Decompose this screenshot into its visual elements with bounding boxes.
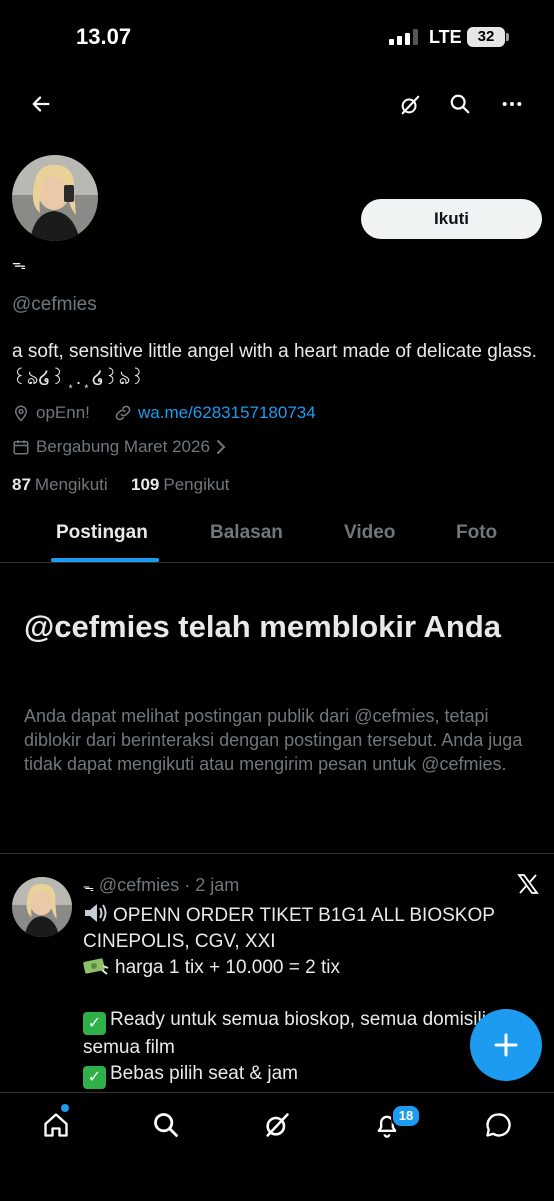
battery-icon: 32 [467,27,505,47]
post-author-glyph: ᯓ [83,882,94,894]
followers-number: 109 [131,475,160,494]
back-arrow-icon[interactable] [23,86,59,122]
post-avatar[interactable] [12,877,72,937]
post-time: 2 jam [195,875,240,895]
post-line-2: harga 1 tix + 10.000 = 2 tix [115,957,340,978]
messages-icon[interactable] [480,1107,516,1143]
plus-icon [494,1033,518,1057]
profile-bio: a soft, sensitive little angel with a he… [12,341,537,389]
display-name: ᯓ [12,256,26,272]
post-header: ᯓ @cefmies · 2 jam [83,875,240,895]
status-time: 13.07 [76,24,132,49]
joined-row[interactable]: Bergabung Maret 2026 [12,437,226,457]
blocked-title: @cefmies telah memblokir Anda [24,609,502,644]
x-logo-icon [516,872,540,896]
blocked-divider [0,853,554,854]
location-text: opEnn! [36,403,90,422]
profile-avatar[interactable] [12,155,98,241]
post-text: OPENN ORDER TIKET B1G1 ALL BIOSKOP CINEP… [83,902,513,1089]
follow-button[interactable]: Ikuti [361,199,542,239]
grok-tab-icon[interactable] [259,1107,295,1143]
tab-video[interactable]: Video [344,522,395,544]
blocked-body: Anda dapat melihat postingan publik dari… [24,706,523,774]
post-line-1: OPENN ORDER TIKET B1G1 ALL BIOSKOP CINEP… [83,905,495,952]
network-type: LTE [429,27,462,47]
location-pin-icon [12,403,30,423]
website-row[interactable]: wa.me/6283157180734 [113,403,316,423]
post-line-4: Bebas pilih seat & jam [110,1063,298,1084]
following-number: 87 [12,475,31,494]
followers-label: Pengikut [163,475,230,494]
followers-count[interactable]: 109 Pengikut [131,475,230,495]
joined-text: Bergabung Maret 2026 [36,437,210,456]
link-icon [113,403,133,423]
search-icon[interactable] [442,86,478,122]
explore-search-icon[interactable] [148,1107,184,1143]
tab-foto[interactable]: Foto [456,522,497,544]
compose-button[interactable] [470,1009,542,1081]
tab-postingan[interactable]: Postingan [56,522,148,544]
notifications-badge: 18 [391,1104,421,1128]
battery-tip [506,33,509,41]
home-icon[interactable] [38,1107,74,1143]
tabs-divider [0,562,554,563]
grok-icon[interactable] [392,87,428,123]
post-author[interactable]: @cefmies [99,875,179,895]
chevron-right-icon [216,439,226,455]
tab-balasan[interactable]: Balasan [210,522,283,544]
speaker-icon [83,902,107,924]
website-link[interactable]: wa.me/6283157180734 [138,403,316,423]
checkmark-icon: ✓ [83,1012,106,1035]
signal-icon [389,29,421,45]
checkmark-icon: ✓ [83,1066,106,1089]
money-icon [83,956,109,976]
following-label: Mengikuti [34,475,108,494]
location-row: opEnn! [12,403,90,423]
calendar-icon [12,438,30,456]
following-count[interactable]: 87 Mengikuti [12,475,108,495]
profile-handle: @cefmies [12,294,97,315]
home-unread-dot [61,1104,69,1112]
more-icon[interactable] [494,86,530,122]
post-line-3: Ready untuk semua bioskop, semua domisil… [83,1009,486,1058]
